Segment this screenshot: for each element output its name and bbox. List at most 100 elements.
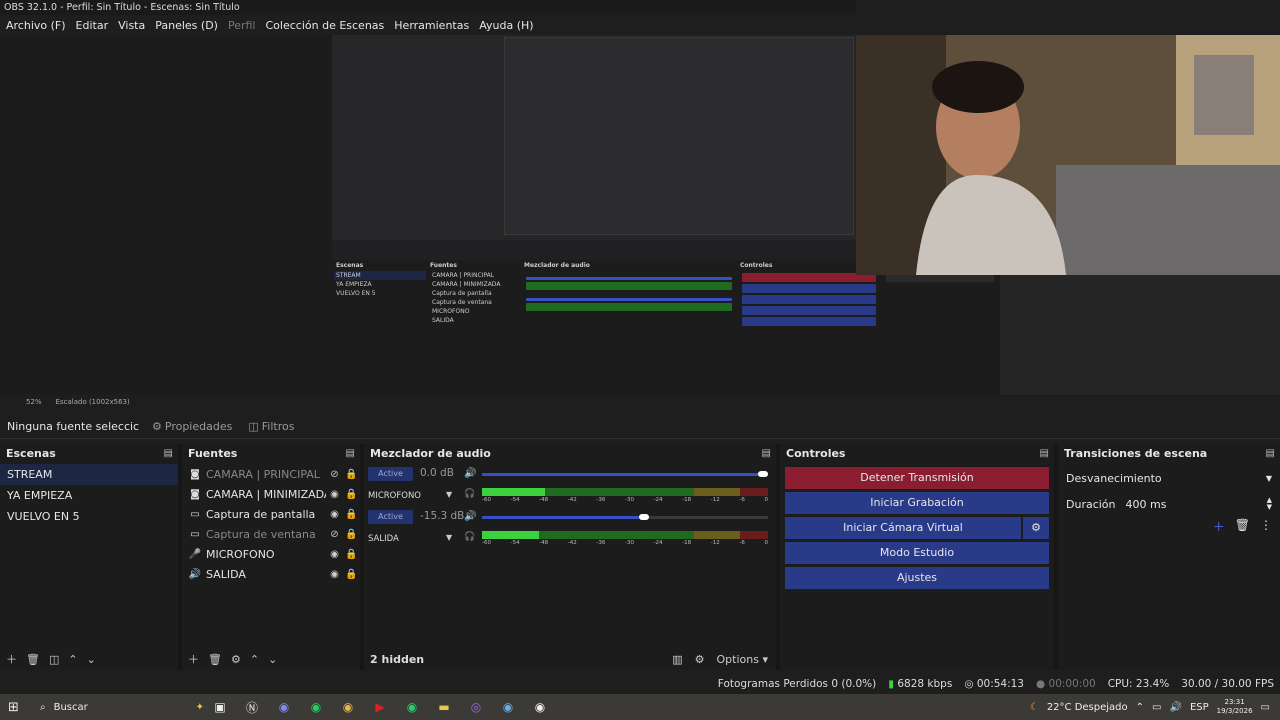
youtube-icon[interactable]: ▶ bbox=[364, 700, 396, 714]
scale-tick: -18 bbox=[682, 540, 692, 546]
lock-icon[interactable]: 🔒 bbox=[343, 549, 360, 560]
duration-input[interactable]: 400 ms bbox=[1126, 498, 1257, 511]
transition-select[interactable]: Desvanecimiento ▼ bbox=[1062, 466, 1276, 490]
undock-icon[interactable]: ▤ bbox=[1266, 444, 1275, 464]
menu-vista[interactable]: Vista bbox=[118, 19, 145, 32]
settings-button[interactable]: Ajustes bbox=[785, 567, 1049, 589]
taskbar-search[interactable]: ⌕ Buscar ✦ bbox=[34, 696, 204, 718]
notification-icon[interactable]: ▭ bbox=[1261, 702, 1270, 713]
monitor-icon[interactable]: 🎧 bbox=[464, 489, 475, 499]
whatsapp-icon[interactable]: ◉ bbox=[396, 700, 428, 714]
active-button[interactable]: Active bbox=[368, 467, 413, 481]
stop-stream-button[interactable]: Detener Transmisión bbox=[785, 467, 1049, 489]
zoom-level[interactable]: 52% bbox=[26, 398, 42, 406]
folder-icon[interactable]: ▬ bbox=[428, 700, 460, 714]
lock-icon[interactable]: 🔒 bbox=[343, 489, 360, 500]
lang-indicator[interactable]: ESP bbox=[1190, 702, 1209, 713]
undock-icon[interactable]: ▤ bbox=[1040, 444, 1049, 464]
menu-perfil[interactable]: Perfil bbox=[228, 19, 256, 32]
sources-dock: Fuentes ▤ ◙ CAMARA | PRINCIPAL ⊘ 🔒 ◙ CAM… bbox=[182, 444, 360, 670]
add-icon[interactable]: ＋ bbox=[188, 651, 199, 667]
undock-icon[interactable]: ▤ bbox=[346, 444, 355, 464]
filter-icon[interactable]: ◫ bbox=[49, 653, 59, 666]
lock-icon[interactable]: 🔒 bbox=[343, 529, 360, 540]
up-arrow-icon[interactable]: ⌃ bbox=[68, 653, 77, 666]
app-icon[interactable]: ◎ bbox=[460, 700, 492, 714]
scene-item-stream[interactable]: STREAM bbox=[0, 464, 178, 485]
scene-item-ya-empieza[interactable]: YA EMPIEZA bbox=[0, 485, 178, 506]
hidden-count[interactable]: 2 hidden bbox=[370, 653, 424, 666]
lock-icon[interactable]: 🔒 bbox=[343, 509, 360, 520]
eye-icon[interactable]: ◉ bbox=[326, 549, 343, 560]
stepper-icon[interactable]: ▲ ▼ bbox=[1267, 497, 1272, 511]
weather-text[interactable]: 22°C Despejado bbox=[1047, 702, 1128, 713]
chrome-icon[interactable]: ◉ bbox=[332, 700, 364, 714]
discord-icon[interactable]: ◉ bbox=[268, 700, 300, 714]
filters-button[interactable]: ◫ Filtros bbox=[248, 420, 294, 433]
eye-icon[interactable]: ◉ bbox=[326, 489, 343, 500]
clock[interactable]: 23:31 19/3/2026 bbox=[1217, 698, 1253, 716]
trash-icon[interactable]: 🗑 bbox=[208, 653, 222, 666]
eye-icon[interactable]: ◉ bbox=[326, 509, 343, 520]
chevron-up-icon[interactable]: ⌃ bbox=[1136, 702, 1144, 713]
source-item[interactable]: ▭ Captura de pantalla ◉ 🔒 bbox=[182, 504, 360, 524]
source-item[interactable]: ▭ Captura de ventana ⊘ 🔒 bbox=[182, 524, 360, 544]
down-arrow-icon[interactable]: ⌄ bbox=[268, 653, 277, 666]
volume-slider-knob[interactable] bbox=[758, 471, 768, 477]
up-arrow-icon[interactable]: ⌃ bbox=[250, 653, 259, 666]
source-item[interactable]: ◙ CAMARA | PRINCIPAL ⊘ 🔒 bbox=[182, 464, 360, 484]
eye-icon[interactable]: ◉ bbox=[326, 569, 343, 580]
scene-item-vuelvo-en-5[interactable]: VUELVO EN 5 bbox=[0, 506, 178, 527]
volume-slider-knob[interactable] bbox=[639, 514, 649, 520]
menu-herramientas[interactable]: Herramientas bbox=[394, 19, 469, 32]
windows-start-icon[interactable]: ⊞ bbox=[8, 700, 19, 715]
preview-area[interactable]: Escenas STREAM YA EMPIEZA VUELVO EN 5 Fu… bbox=[0, 35, 1280, 395]
trash-icon[interactable]: 🗑 bbox=[1235, 518, 1250, 535]
lock-icon[interactable]: 🔒 bbox=[343, 569, 360, 580]
properties-button[interactable]: ⚙ Propiedades bbox=[152, 420, 232, 433]
speaker-icon[interactable]: 🔊 bbox=[464, 468, 476, 479]
volume-slider-fill[interactable] bbox=[482, 473, 768, 476]
volume-slider-fill[interactable] bbox=[482, 516, 639, 519]
source-name: CAMARA | PRINCIPAL bbox=[206, 467, 320, 481]
task-view-icon[interactable]: ▣ bbox=[204, 700, 236, 714]
chevron-down-icon[interactable]: ▼ bbox=[446, 533, 452, 542]
layout-icon[interactable]: ▥ bbox=[672, 653, 682, 666]
notion-icon[interactable]: Ⓝ bbox=[236, 699, 268, 716]
source-item[interactable]: 🔊 SALIDA ◉ 🔒 bbox=[182, 564, 360, 584]
source-item[interactable]: 🎤 MICROFONO ◉ 🔒 bbox=[182, 544, 360, 564]
add-icon[interactable]: ＋ bbox=[1213, 518, 1225, 535]
undock-icon[interactable]: ▤ bbox=[164, 444, 173, 464]
chevron-down-icon[interactable]: ▼ bbox=[446, 490, 452, 499]
source-item[interactable]: ◙ CAMARA | MINIMIZADA ◉ 🔒 bbox=[182, 484, 360, 504]
network-icon[interactable]: ▭ bbox=[1152, 702, 1161, 713]
webcam-feed bbox=[856, 35, 1280, 275]
speaker-icon[interactable]: 🔊 bbox=[464, 511, 476, 522]
more-icon[interactable]: ⋮ bbox=[1260, 518, 1272, 535]
spotify-icon[interactable]: ◉ bbox=[300, 700, 332, 714]
undock-icon[interactable]: ▤ bbox=[762, 444, 771, 464]
gear-icon[interactable]: ⚙ bbox=[231, 653, 241, 666]
lock-icon[interactable]: 🔒 bbox=[343, 469, 360, 480]
monitor-icon[interactable]: 🎧 bbox=[464, 532, 475, 542]
down-arrow-icon[interactable]: ⌄ bbox=[87, 653, 96, 666]
eye-hidden-icon[interactable]: ⊘ bbox=[326, 529, 343, 540]
steam-icon[interactable]: ◉ bbox=[492, 700, 524, 714]
menu-paneles[interactable]: Paneles (D) bbox=[155, 19, 218, 32]
menu-coleccion[interactable]: Colección de Escenas bbox=[266, 19, 385, 32]
studio-mode-button[interactable]: Modo Estudio bbox=[785, 542, 1049, 564]
eye-hidden-icon[interactable]: ⊘ bbox=[326, 469, 343, 480]
advanced-audio-icon[interactable]: ⚙ bbox=[695, 653, 705, 666]
gear-icon[interactable]: ⚙ bbox=[1023, 517, 1049, 539]
active-button[interactable]: Active bbox=[368, 510, 413, 524]
menu-editar[interactable]: Editar bbox=[76, 19, 109, 32]
options-button[interactable]: Options ▾ bbox=[717, 653, 768, 666]
menu-ayuda[interactable]: Ayuda (H) bbox=[479, 19, 533, 32]
trash-icon[interactable]: 🗑 bbox=[26, 653, 40, 666]
menu-archivo[interactable]: Archivo (F) bbox=[6, 19, 66, 32]
start-recording-button[interactable]: Iniciar Grabación bbox=[785, 492, 1049, 514]
obs-icon[interactable]: ◉ bbox=[524, 700, 556, 714]
add-icon[interactable]: ＋ bbox=[6, 651, 17, 667]
start-virtual-camera-button[interactable]: Iniciar Cámara Virtual bbox=[785, 517, 1021, 539]
volume-icon[interactable]: 🔊 bbox=[1169, 702, 1181, 713]
